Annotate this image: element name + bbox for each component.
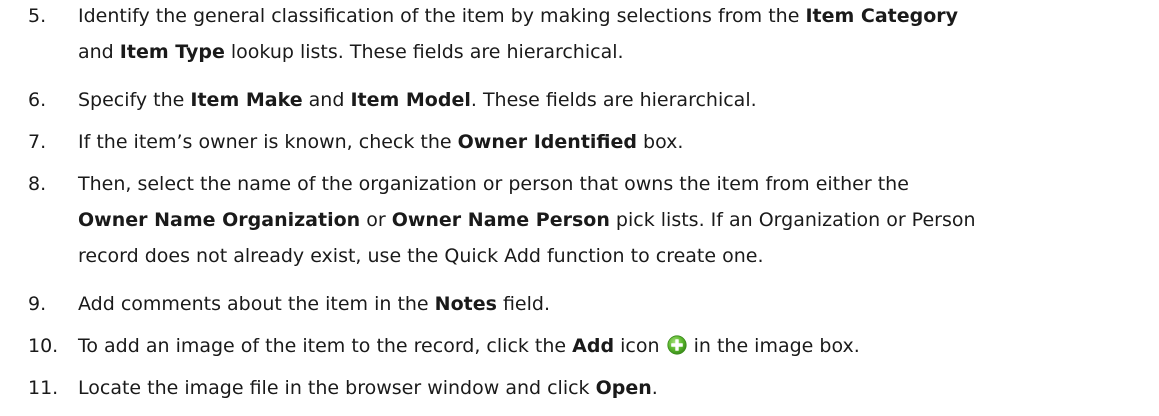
- step-text-line: Then, select the name of the organizatio…: [78, 173, 909, 195]
- button-name-add: Add: [572, 335, 615, 357]
- field-name-owner-name-organization: Owner Name Organization: [78, 209, 361, 231]
- step-number: 9.: [28, 293, 47, 315]
- step-text-line: Owner Name Organization or Owner Name Pe…: [78, 209, 976, 231]
- step-text-line: If the item’s owner is known, check the …: [78, 131, 684, 153]
- field-name-item-category: Item Category: [805, 5, 959, 27]
- button-name-open: Open: [595, 377, 652, 399]
- step-text-line: record does not already exist, use the Q…: [78, 245, 764, 267]
- step-number: 10.: [28, 335, 59, 357]
- field-name-item-type: Item Type: [119, 41, 225, 63]
- field-name-item-model: Item Model: [350, 89, 471, 111]
- step-number: 6.: [28, 89, 47, 111]
- list-item-step-5: 5. Identify the general classification o…: [0, 0, 1159, 70]
- instruction-list: 5. Identify the general classification o…: [0, 0, 1159, 416]
- field-name-owner-name-person: Owner Name Person: [391, 209, 610, 231]
- step-text-line: and Item Type lookup lists. These fields…: [78, 41, 624, 63]
- step-text-line: Locate the image file in the browser win…: [78, 377, 658, 399]
- step-text-line: Identify the general classification of t…: [78, 5, 959, 27]
- field-name-owner-identified: Owner Identified: [457, 131, 637, 153]
- field-name-notes: Notes: [434, 293, 497, 315]
- step-text-line: Specify the Item Make and Item Model. Th…: [78, 89, 757, 111]
- step-text-line: Add comments about the item in the Notes…: [78, 293, 550, 315]
- step-number: 8.: [28, 173, 47, 195]
- field-name-item-make: Item Make: [190, 89, 303, 111]
- step-number: 5.: [28, 5, 47, 27]
- step-number: 7.: [28, 131, 47, 153]
- add-plus-icon: [666, 331, 687, 355]
- list-item-step-8: 8. Then, select the name of the organiza…: [0, 166, 1159, 274]
- step-number: 11.: [28, 377, 59, 399]
- step-text-line: To add an image of the item to the recor…: [78, 328, 860, 364]
